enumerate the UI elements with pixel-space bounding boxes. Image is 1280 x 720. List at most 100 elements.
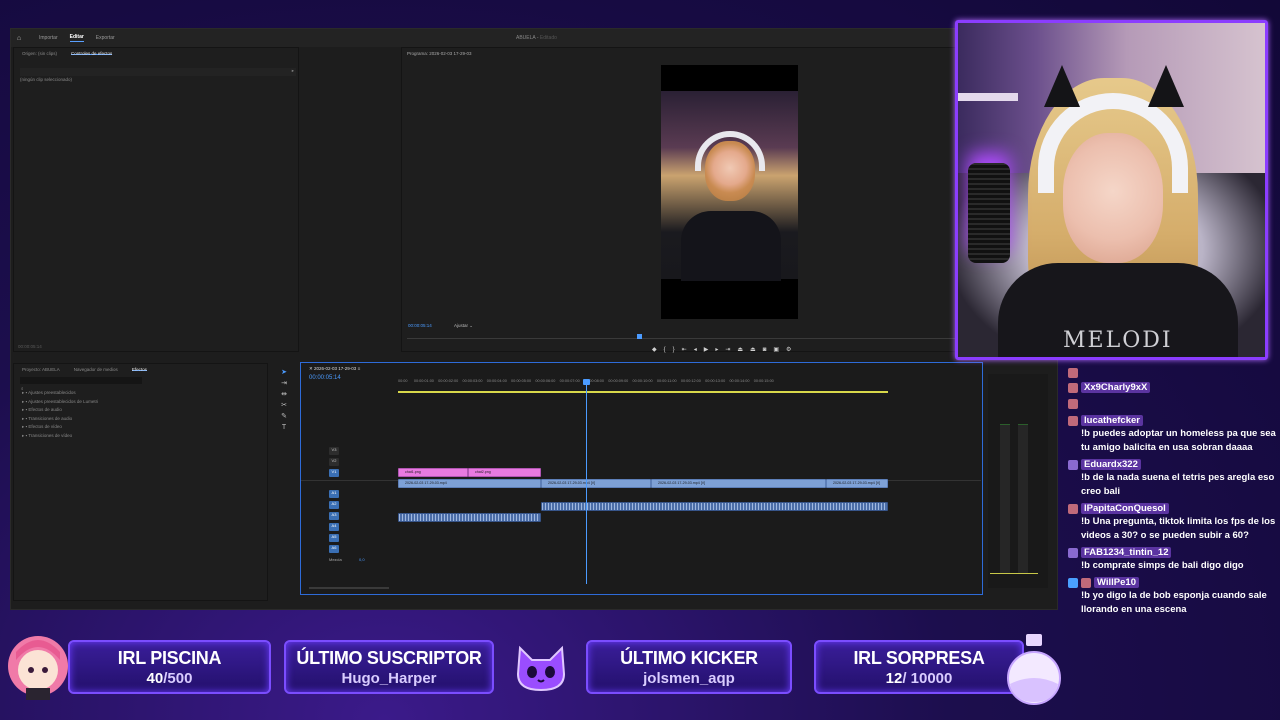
timeline-clip[interactable]: 2026-02-03 17-29-03.mp4 bbox=[398, 479, 541, 488]
audio-clip[interactable] bbox=[398, 513, 541, 522]
chat-username[interactable]: FAB1234_tintin_12 bbox=[1081, 547, 1172, 558]
track-label[interactable]: A3 bbox=[329, 512, 339, 520]
mix-value[interactable]: 0,0 bbox=[359, 557, 365, 562]
track-label[interactable]: A2 bbox=[329, 501, 339, 509]
track-label[interactable]: V1 bbox=[329, 469, 339, 477]
subscriber-name: Hugo_Harper bbox=[341, 670, 437, 687]
tree-item[interactable]: ▸ ▪ Transiciones de vídeo bbox=[22, 432, 98, 441]
microphone bbox=[968, 163, 1010, 263]
tab-editar[interactable]: Editar bbox=[69, 34, 84, 42]
lift-icon[interactable]: ⏏ bbox=[737, 347, 750, 353]
goal-progress: 12/ 10000 bbox=[885, 670, 953, 687]
chat-message: FAB1234_tintin_12 !b comprate simps de b… bbox=[1068, 546, 1280, 573]
out-point-icon[interactable]: } bbox=[673, 347, 682, 353]
user-badge bbox=[1068, 367, 1078, 378]
effects-search-input[interactable]: ⌕ bbox=[20, 377, 142, 391]
chat-username[interactable]: lPapitaConQuesol bbox=[1081, 503, 1169, 514]
chat-message: WillPe10 !b yo digo la de bob esponja cu… bbox=[1068, 576, 1280, 617]
ripple-edit-icon[interactable]: ⇹ bbox=[273, 389, 295, 400]
user-badge bbox=[1068, 398, 1078, 409]
chevron-right-icon[interactable]: ▸ bbox=[292, 68, 294, 74]
user-badge bbox=[1081, 577, 1091, 588]
timeline-playhead[interactable] bbox=[583, 379, 590, 584]
track-label[interactable]: A4 bbox=[329, 523, 339, 531]
tab-effects[interactable]: Efectos bbox=[131, 367, 147, 372]
track-label[interactable]: A1 bbox=[329, 490, 339, 498]
goal-title: IRL PISCINA bbox=[117, 648, 222, 668]
timeline-clip[interactable]: 2026-02-03 17-29-03.mp4 [V] bbox=[651, 479, 826, 488]
avatar-illustration bbox=[8, 636, 68, 700]
marker-icon[interactable]: ◆ bbox=[652, 347, 664, 353]
extract-icon[interactable]: ⏏ bbox=[750, 347, 763, 353]
no-clip-row: (ningún clip seleccionado) ▸ bbox=[20, 68, 296, 82]
document-title: ABUELA - Editado bbox=[516, 35, 557, 41]
chat-username[interactable]: Eduardx322 bbox=[1081, 459, 1141, 470]
user-badge bbox=[1068, 577, 1078, 588]
go-to-out-icon[interactable]: ⇥ bbox=[725, 347, 737, 353]
step-forward-icon[interactable]: ▸ bbox=[715, 347, 725, 353]
goal-pool: IRL PISCINA 40/500 bbox=[68, 640, 271, 694]
sequence-tab[interactable]: ✕ 2026-02-03 17-29-03 ≡ bbox=[309, 366, 360, 372]
timeline-clip[interactable]: chat1.png bbox=[398, 468, 468, 477]
track-select-icon[interactable]: ⇥ bbox=[273, 378, 295, 389]
audio-meters bbox=[988, 374, 1048, 588]
tab-project[interactable]: Proyecto: ABUELA bbox=[22, 367, 60, 372]
timeline-timecode: 00:00:05:14 bbox=[309, 375, 341, 381]
program-preview-frame bbox=[661, 65, 798, 319]
razor-icon[interactable]: ✂ bbox=[273, 400, 295, 411]
tab-media-browser[interactable]: Navegador de medios bbox=[74, 367, 118, 372]
chat-username[interactable]: Xx9Charly9xX bbox=[1081, 382, 1151, 393]
timeline-zoom-scrollbar[interactable] bbox=[309, 587, 389, 589]
chat-text: !b comprate simps de bali digo digo bbox=[1081, 560, 1244, 571]
chat-username[interactable]: lucathefcker bbox=[1081, 415, 1143, 426]
go-to-in-icon[interactable]: ⇤ bbox=[682, 347, 694, 353]
in-point-icon[interactable]: { bbox=[664, 347, 673, 353]
play-icon[interactable]: ▶ bbox=[704, 347, 716, 353]
program-playhead[interactable] bbox=[637, 334, 642, 339]
settings-icon[interactable]: ⚙ bbox=[786, 347, 798, 353]
camera-icon[interactable]: ◙ bbox=[763, 347, 774, 353]
timeline-clip[interactable]: 2026-02-03 17-29-03.mp4 [V] bbox=[826, 479, 888, 488]
track-label[interactable]: A6 bbox=[329, 545, 339, 553]
goal-title: ÚLTIMO KICKER bbox=[620, 648, 758, 668]
transport-controls[interactable]: ◆{}⇤◂▶▸⇥⏏⏏◙▣⚙ bbox=[652, 346, 798, 353]
tree-item[interactable]: ▸ ▪ Transiciones de audio bbox=[22, 415, 98, 424]
audio-clip[interactable] bbox=[541, 502, 888, 511]
compare-icon[interactable]: ▣ bbox=[773, 347, 786, 353]
selection-tool-icon[interactable]: ➤ bbox=[273, 367, 295, 378]
user-badge bbox=[1068, 382, 1078, 393]
type-tool-icon[interactable]: T bbox=[273, 422, 295, 433]
track-label[interactable]: V3 bbox=[329, 447, 339, 455]
webcam-feed: MELODI bbox=[955, 20, 1268, 360]
effect-controls-panel: Origen: (sin clips) Controles de efectos… bbox=[13, 47, 299, 352]
goal-title: IRL SORPRESA bbox=[853, 648, 985, 668]
chat-message: lPapitaConQuesol !b Una pregunta, tiktok… bbox=[1068, 502, 1280, 543]
tree-item[interactable]: ▸ ▪ Ajustes preestablecidos bbox=[22, 389, 98, 398]
tree-item[interactable]: ▸ ▪ Efectos de audio bbox=[22, 406, 98, 415]
track-header-v1: V1 bbox=[301, 469, 398, 479]
timeline-clip[interactable]: chat2.png bbox=[468, 468, 541, 477]
track-label[interactable]: V2 bbox=[329, 458, 339, 466]
tab-source[interactable]: Origen: (sin clips) bbox=[22, 51, 57, 56]
fit-dropdown[interactable]: Ajustar ⌄ bbox=[454, 323, 473, 329]
meter-level-line bbox=[990, 573, 1038, 574]
project-panel: Proyecto: ABUELA Navegador de medios Efe… bbox=[13, 363, 268, 601]
program-preview-image bbox=[661, 91, 798, 281]
step-back-icon[interactable]: ◂ bbox=[694, 347, 704, 353]
track-label[interactable]: A5 bbox=[329, 534, 339, 542]
chat-text: !b Una pregunta, tiktok limita los fps d… bbox=[1081, 516, 1276, 541]
pen-icon[interactable]: ✎ bbox=[273, 411, 295, 422]
chat-username[interactable]: WillPe10 bbox=[1094, 577, 1139, 588]
tree-item[interactable]: ▸ ▪ Efectos de vídeo bbox=[22, 423, 98, 432]
tab-importar[interactable]: Importar bbox=[39, 35, 58, 41]
tree-item[interactable]: ▸ ▪ Ajustes preestablecidos de Lumetri bbox=[22, 398, 98, 407]
chat-text: !b yo digo la de bob esponja cuando sale… bbox=[1081, 590, 1267, 615]
timeline-clip[interactable]: 2026-02-03 17-29-03.mp4 [V] bbox=[541, 479, 651, 488]
home-icon[interactable]: ⌂ bbox=[11, 35, 27, 42]
program-scrubber[interactable] bbox=[407, 338, 1047, 339]
time-ruler[interactable]: 00:00 00:00:01:00 00:00:02:00 00:00:03:0… bbox=[398, 379, 974, 391]
latest-subscriber: ÚLTIMO SUSCRIPTOR Hugo_Harper bbox=[284, 640, 494, 694]
tab-exportar[interactable]: Exportar bbox=[96, 35, 115, 41]
work-area-bar[interactable] bbox=[398, 391, 888, 393]
tab-effect-controls[interactable]: Controles de efectos bbox=[71, 51, 113, 56]
